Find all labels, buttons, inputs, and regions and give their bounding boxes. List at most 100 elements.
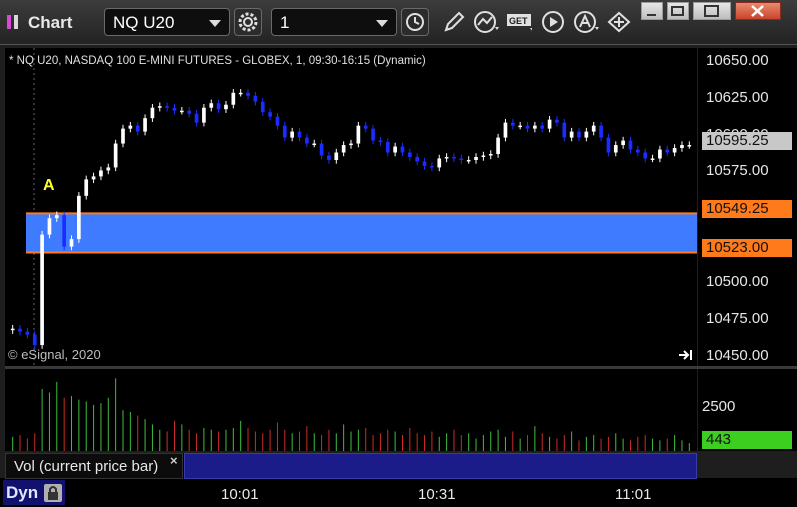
candle-body [680,145,684,149]
price-tick-label: 10650.00 [706,52,769,69]
candle-body [422,161,427,166]
candle-body [54,215,59,219]
volume-last-badge: 443 [702,431,792,449]
candle-body [591,125,596,132]
settings-gear-icon [238,12,258,32]
dyn-label: Dyn [6,483,39,502]
clock-button[interactable] [401,8,429,36]
candle-body [518,125,522,128]
candle-body [143,118,147,132]
candle-body [209,103,214,108]
candle-body [430,165,434,168]
candle-body [562,122,567,138]
svg-text:GET: GET [509,16,528,26]
close-study-icon[interactable]: × [170,453,178,468]
candle-body [135,125,140,132]
candle-body [385,142,390,153]
candle-body [312,143,317,146]
time-tick-label: 10:31 [418,486,456,503]
candle-body [687,145,692,147]
candle-body [282,125,287,138]
candle-body [172,107,177,111]
time-tick-label: 11:01 [615,486,652,503]
collapse-arrow-icon[interactable] [678,348,694,362]
candle-body [408,152,412,157]
lower-level-badge: 10523.00 [702,239,792,257]
candle-body [547,119,552,129]
candle-body [474,156,478,160]
alert-icon[interactable] [573,10,599,34]
candle-body [40,234,44,346]
price-tick-label: 10475.00 [706,310,769,327]
candle-body [481,155,486,157]
candle-body [290,131,294,138]
last-price-badge: 10595.25 [702,132,792,150]
clock-icon [406,13,424,31]
restore-icon [671,6,684,16]
candle-body [650,158,655,160]
candle-body [496,137,500,154]
candle-body [10,328,15,331]
lock-icon[interactable] [44,484,62,502]
candle-body [613,145,618,153]
study-panel-bar[interactable] [184,453,697,479]
candle-body [540,125,545,129]
candle-body [231,92,236,105]
move-arrows-icon[interactable] [606,10,632,34]
app-title: Chart [28,13,73,32]
candle-body [628,140,633,150]
close-button[interactable] [735,2,781,20]
candle-body [18,328,22,332]
candle-body [415,156,420,162]
candle-body [47,218,52,235]
candle-body [62,215,66,247]
candle-body [459,158,464,160]
chart-app-icon [7,15,18,29]
restore-button[interactable] [667,2,689,20]
symbol-dropdown[interactable]: NQ U20 [104,8,230,36]
chevron-down-icon [209,20,221,27]
candle-body [202,107,206,123]
candle-body [77,195,81,240]
candle-body [393,146,397,153]
candle-body [363,125,368,129]
candle-body [444,156,449,159]
candle-body [503,122,508,138]
candle-body [356,125,361,144]
candle-body [69,239,74,247]
candle-body [349,143,353,146]
candle-body [84,179,89,196]
candle-body [268,112,272,117]
candle-body [510,122,515,126]
minimize-button[interactable] [641,2,663,20]
candle-body [606,137,611,153]
get-data-icon[interactable]: GET [506,10,532,34]
volume-study-label[interactable]: Vol (current price bar) [5,453,183,479]
interval-dropdown[interactable]: 1 [271,8,397,36]
candle-body [275,116,280,126]
price-tick-label: 10500.00 [706,273,769,290]
maximize-button[interactable] [693,2,731,20]
pencil-icon[interactable] [441,10,467,34]
candle-body [378,140,383,143]
maximize-icon [704,5,719,17]
play-icon[interactable] [541,10,567,34]
time-axis[interactable] [0,478,797,507]
chart-credit: © eSignal, 2020 [8,347,101,362]
candle-body [584,131,589,138]
price-chart-svg [10,48,697,366]
candle-body [150,107,155,119]
line-study-icon[interactable] [473,10,499,34]
chart-marker-a[interactable]: A [43,177,55,195]
candle-body [121,128,125,144]
candle-body [400,146,405,153]
candle-body [555,119,559,123]
price-tick-label: 10450.00 [706,347,769,364]
candle-body [91,176,96,180]
candle-body [334,152,339,160]
candle-body [180,110,184,113]
candle-body [246,92,250,96]
candle-body [165,106,169,108]
candle-body [437,158,442,168]
settings-button[interactable] [234,8,262,36]
